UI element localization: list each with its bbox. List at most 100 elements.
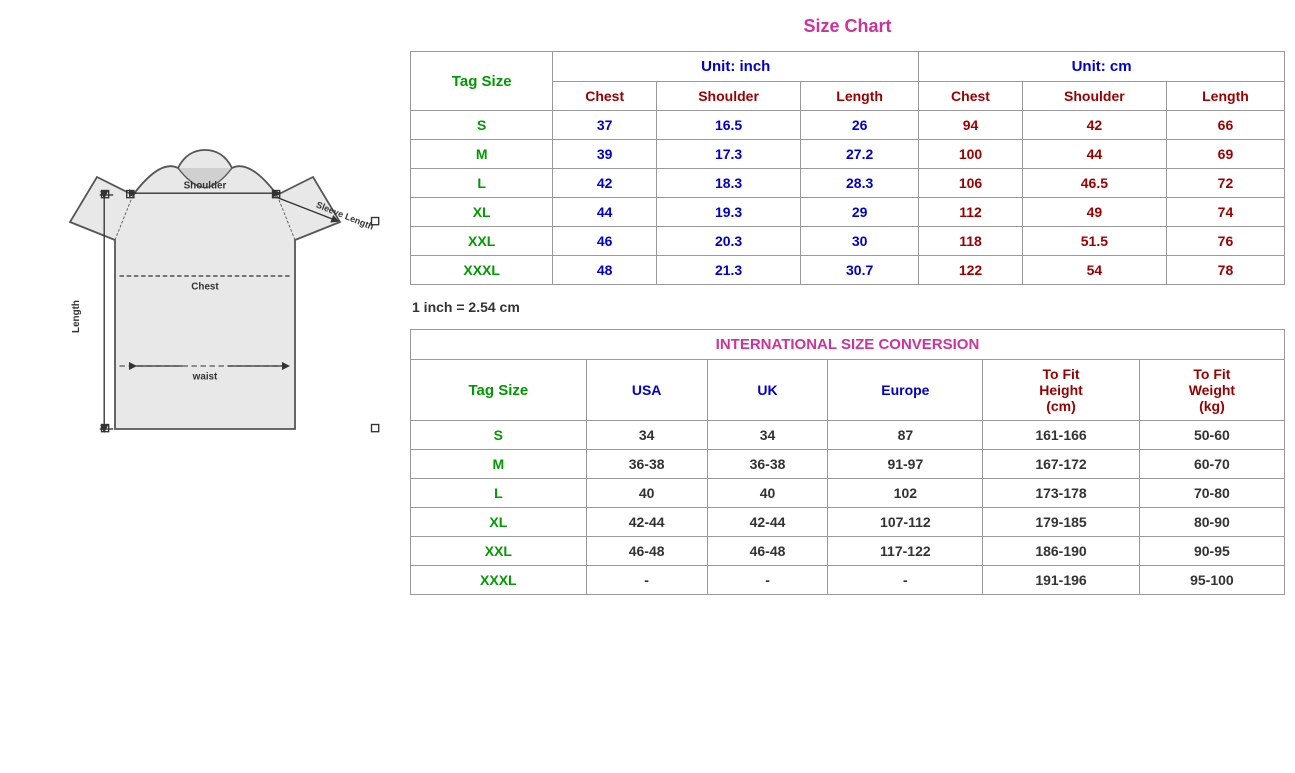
intl-weight-cell: 60-70 <box>1139 450 1284 479</box>
inch-shoulder-cell: 20.3 <box>657 227 801 256</box>
cm-chest-cell: 112 <box>919 198 1023 227</box>
intl-row: S 34 34 87 161-166 50-60 <box>411 421 1285 450</box>
tag-size-cell: M <box>411 140 553 169</box>
cm-group-header: Unit: cm <box>919 52 1285 82</box>
intl-uk-cell: 42-44 <box>707 508 828 537</box>
cm-chest-cell: 94 <box>919 111 1023 140</box>
intl-europe-cell: 107-112 <box>828 508 983 537</box>
intl-tag-cell: XXL <box>411 537 587 566</box>
intl-europe-cell: 117-122 <box>828 537 983 566</box>
inch-length-cell: 27.2 <box>801 140 919 169</box>
cm-length-cell: 66 <box>1166 111 1284 140</box>
cm-chest-cell: 118 <box>919 227 1023 256</box>
intl-row: M 36-38 36-38 91-97 167-172 60-70 <box>411 450 1285 479</box>
intl-usa-cell: - <box>586 566 707 595</box>
inch-chest-cell: 42 <box>553 169 657 198</box>
size-chart-row: XXXL 48 21.3 30.7 122 54 78 <box>411 256 1285 285</box>
intl-tag-cell: M <box>411 450 587 479</box>
inch-length-cell: 26 <box>801 111 919 140</box>
intl-weight-cell: 80-90 <box>1139 508 1284 537</box>
size-chart-row: XXL 46 20.3 30 118 51.5 76 <box>411 227 1285 256</box>
cm-length-cell: 78 <box>1166 256 1284 285</box>
tag-size-cell: XXL <box>411 227 553 256</box>
size-chart-row: S 37 16.5 26 94 42 66 <box>411 111 1285 140</box>
tag-size-cell: XXXL <box>411 256 553 285</box>
intl-usa-cell: 36-38 <box>586 450 707 479</box>
intl-height-header: To FitHeight(cm) <box>983 360 1140 421</box>
intl-row: XXXL - - - 191-196 95-100 <box>411 566 1285 595</box>
intl-usa-cell: 46-48 <box>586 537 707 566</box>
intl-tag-cell: S <box>411 421 587 450</box>
inch-length-cell: 30 <box>801 227 919 256</box>
cm-length-cell: 74 <box>1166 198 1284 227</box>
intl-height-cell: 173-178 <box>983 479 1140 508</box>
inch-chest-cell: 39 <box>553 140 657 169</box>
cm-chest-cell: 100 <box>919 140 1023 169</box>
intl-europe-cell: 87 <box>828 421 983 450</box>
intl-row: L 40 40 102 173-178 70-80 <box>411 479 1285 508</box>
cm-chest-cell: 106 <box>919 169 1023 198</box>
intl-europe-header: Europe <box>828 360 983 421</box>
intl-usa-header: USA <box>586 360 707 421</box>
tables-section: Size Chart Tag Size Unit: inch Unit: cm … <box>410 10 1285 595</box>
cm-length-header: Length <box>1166 82 1284 111</box>
intl-tag-cell: XL <box>411 508 587 537</box>
cm-shoulder-cell: 51.5 <box>1022 227 1166 256</box>
svg-text:Length: Length <box>71 300 82 333</box>
page-container: Shoulder Length Chest Sleeve Length wais… <box>10 10 1285 595</box>
intl-row: XXL 46-48 46-48 117-122 186-190 90-95 <box>411 537 1285 566</box>
intl-uk-header: UK <box>707 360 828 421</box>
intl-usa-cell: 40 <box>586 479 707 508</box>
inch-shoulder-header: Shoulder <box>657 82 801 111</box>
inch-shoulder-cell: 18.3 <box>657 169 801 198</box>
intl-height-cell: 179-185 <box>983 508 1140 537</box>
intl-uk-cell: 40 <box>707 479 828 508</box>
cm-shoulder-cell: 49 <box>1022 198 1166 227</box>
tshirt-svg: Shoulder Length Chest Sleeve Length wais… <box>25 123 385 483</box>
intl-height-cell: 161-166 <box>983 421 1140 450</box>
intl-weight-header: To FitWeight(kg) <box>1139 360 1284 421</box>
tshirt-diagram: Shoulder Length Chest Sleeve Length wais… <box>10 10 400 595</box>
inch-chest-cell: 44 <box>553 198 657 227</box>
cm-chest-header: Chest <box>919 82 1023 111</box>
intl-uk-cell: - <box>707 566 828 595</box>
svg-text:Chest: Chest <box>191 281 219 292</box>
intl-height-cell: 186-190 <box>983 537 1140 566</box>
intl-uk-cell: 36-38 <box>707 450 828 479</box>
intl-tag-cell: L <box>411 479 587 508</box>
inch-chest-cell: 37 <box>553 111 657 140</box>
intl-uk-cell: 34 <box>707 421 828 450</box>
inch-note: 1 inch = 2.54 cm <box>410 293 1285 321</box>
intl-tag-size-header: Tag Size <box>411 360 587 421</box>
size-chart-row: L 42 18.3 28.3 106 46.5 72 <box>411 169 1285 198</box>
intl-europe-cell: 91-97 <box>828 450 983 479</box>
intl-weight-cell: 90-95 <box>1139 537 1284 566</box>
inch-length-cell: 30.7 <box>801 256 919 285</box>
size-chart-row: M 39 17.3 27.2 100 44 69 <box>411 140 1285 169</box>
inch-chest-header: Chest <box>553 82 657 111</box>
inch-shoulder-cell: 21.3 <box>657 256 801 285</box>
intl-europe-cell: 102 <box>828 479 983 508</box>
cm-shoulder-cell: 54 <box>1022 256 1166 285</box>
inch-shoulder-cell: 17.3 <box>657 140 801 169</box>
intl-row: XL 42-44 42-44 107-112 179-185 80-90 <box>411 508 1285 537</box>
intl-weight-cell: 95-100 <box>1139 566 1284 595</box>
inch-chest-cell: 46 <box>553 227 657 256</box>
tag-size-cell: L <box>411 169 553 198</box>
intl-weight-cell: 70-80 <box>1139 479 1284 508</box>
intl-title: INTERNATIONAL SIZE CONVERSION <box>411 330 1285 360</box>
inch-shoulder-cell: 16.5 <box>657 111 801 140</box>
intl-tag-cell: XXXL <box>411 566 587 595</box>
intl-conversion-table: INTERNATIONAL SIZE CONVERSION Tag Size U… <box>410 329 1285 595</box>
tag-size-cell: XL <box>411 198 553 227</box>
cm-length-cell: 72 <box>1166 169 1284 198</box>
tag-size-cell: S <box>411 111 553 140</box>
size-chart-row: XL 44 19.3 29 112 49 74 <box>411 198 1285 227</box>
size-chart-table: Tag Size Unit: inch Unit: cm Chest Shoul… <box>410 51 1285 285</box>
size-chart-title: Size Chart <box>410 10 1285 43</box>
intl-height-cell: 167-172 <box>983 450 1140 479</box>
tag-size-header: Tag Size <box>411 52 553 111</box>
cm-shoulder-cell: 44 <box>1022 140 1166 169</box>
cm-shoulder-cell: 46.5 <box>1022 169 1166 198</box>
intl-europe-cell: - <box>828 566 983 595</box>
